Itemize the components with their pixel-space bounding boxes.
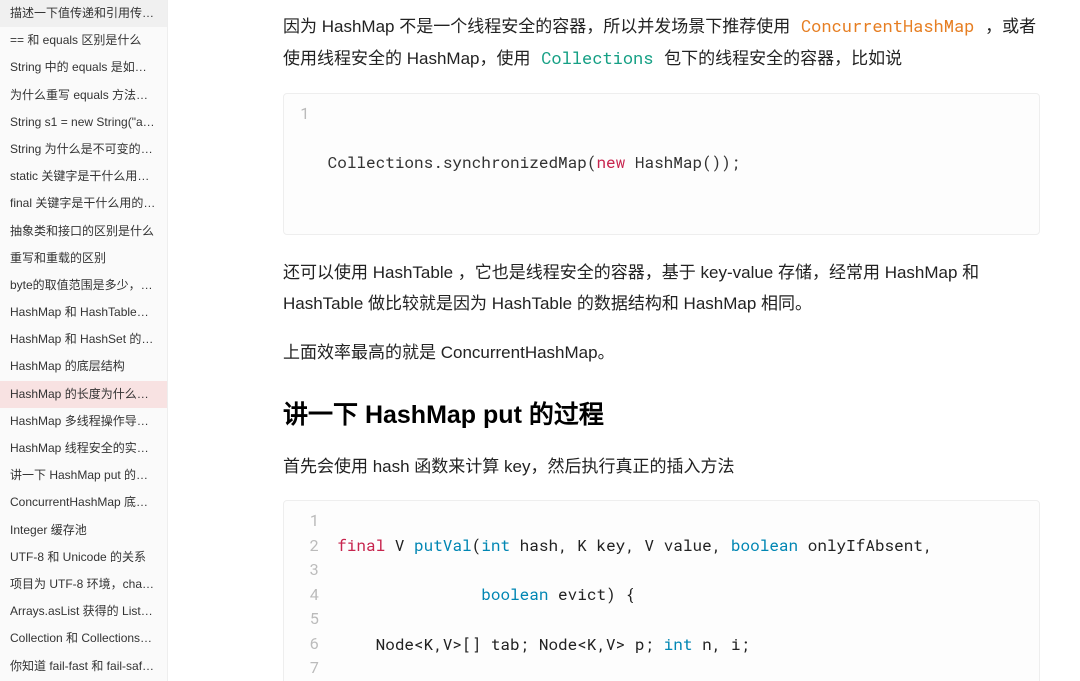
sidebar-item-22[interactable]: Arrays.asList 获得的 List… (0, 598, 167, 625)
code-lines: final V putVal(int hash, K key, V value,… (331, 501, 1039, 681)
paragraph-hashtable: 还可以使用 HashTable ，它也是线程安全的容器，基于 key-value… (283, 257, 1040, 320)
code-block-putval: 12345678910111213 final V putVal(int has… (283, 500, 1040, 681)
sidebar-item-14[interactable]: HashMap 的长度为什么是… (0, 381, 167, 408)
sidebar-item-1[interactable]: == 和 equals 区别是什么 (0, 27, 167, 54)
code-lines: Collections.synchronizedMap(new HashMap(… (322, 94, 1039, 234)
sidebar-item-9[interactable]: 重写和重载的区别 (0, 245, 167, 272)
code-gutter: 12345678910111213 (284, 501, 331, 681)
sidebar-item-7[interactable]: final 关键字是干什么用的… (0, 190, 167, 217)
sidebar-item-5[interactable]: String 为什么是不可变的、… (0, 136, 167, 163)
sidebar-item-17[interactable]: 讲一下 HashMap put 的过程 (0, 462, 167, 489)
sidebar-item-8[interactable]: 抽象类和接口的区别是什么 (0, 218, 167, 245)
sidebar-item-23[interactable]: Collection 和 Collections… (0, 625, 167, 652)
sidebar-item-13[interactable]: HashMap 的底层结构 (0, 353, 167, 380)
sidebar-item-19[interactable]: Integer 缓存池 (0, 517, 167, 544)
sidebar-item-24[interactable]: 你知道 fail-fast 和 fail-saf… (0, 653, 167, 680)
inline-code-collections: Collections (535, 45, 659, 70)
sidebar-item-3[interactable]: 为什么重写 equals 方法必… (0, 82, 167, 109)
sidebar-item-4[interactable]: String s1 = new String("a… (0, 109, 167, 136)
sidebar-item-10[interactable]: byte的取值范围是多少，… (0, 272, 167, 299)
text: 包下的线程安全的容器，比如说 (664, 49, 902, 68)
text: 因为 HashMap 不是一个线程安全的容器，所以并发场景下推荐使用 (283, 17, 795, 36)
paragraph-hash-intro: 首先会使用 hash 函数来计算 key，然后执行真正的插入方法 (283, 451, 1040, 482)
sidebar-item-15[interactable]: HashMap 多线程操作导致… (0, 408, 167, 435)
heading-hashmap-put: 讲一下 HashMap put 的过程 (283, 395, 1040, 431)
sidebar-item-6[interactable]: static 关键字是干什么用的… (0, 163, 167, 190)
paragraph-concurrent-recommend: 因为 HashMap 不是一个线程安全的容器，所以并发场景下推荐使用 Concu… (283, 10, 1040, 75)
code-gutter: 1 (284, 94, 322, 234)
paragraph-efficiency: 上面效率最高的就是 ConcurrentHashMap。 (283, 337, 1040, 368)
sidebar-item-0[interactable]: 描述一下值传递和引用传… (0, 0, 167, 27)
sidebar-item-16[interactable]: HashMap 线程安全的实现… (0, 435, 167, 462)
sidebar-item-20[interactable]: UTF-8 和 Unicode 的关系 (0, 544, 167, 571)
sidebar-item-18[interactable]: ConcurrentHashMap 底… (0, 489, 167, 516)
inline-code-concurrenthashmap: ConcurrentHashMap (795, 13, 980, 38)
sidebar-item-11[interactable]: HashMap 和 HashTable… (0, 299, 167, 326)
sidebar-item-21[interactable]: 项目为 UTF-8 环境，char… (0, 571, 167, 598)
code-block-collections-sync: 1 Collections.synchronizedMap(new HashMa… (283, 93, 1040, 235)
sidebar-item-2[interactable]: String 中的 equals 是如何… (0, 54, 167, 81)
sidebar-item-12[interactable]: HashMap 和 HashSet 的… (0, 326, 167, 353)
article-content: 因为 HashMap 不是一个线程安全的容器，所以并发场景下推荐使用 Concu… (168, 0, 1080, 681)
toc-sidebar[interactable]: 描述一下值传递和引用传…== 和 equals 区别是什么String 中的 e… (0, 0, 168, 681)
